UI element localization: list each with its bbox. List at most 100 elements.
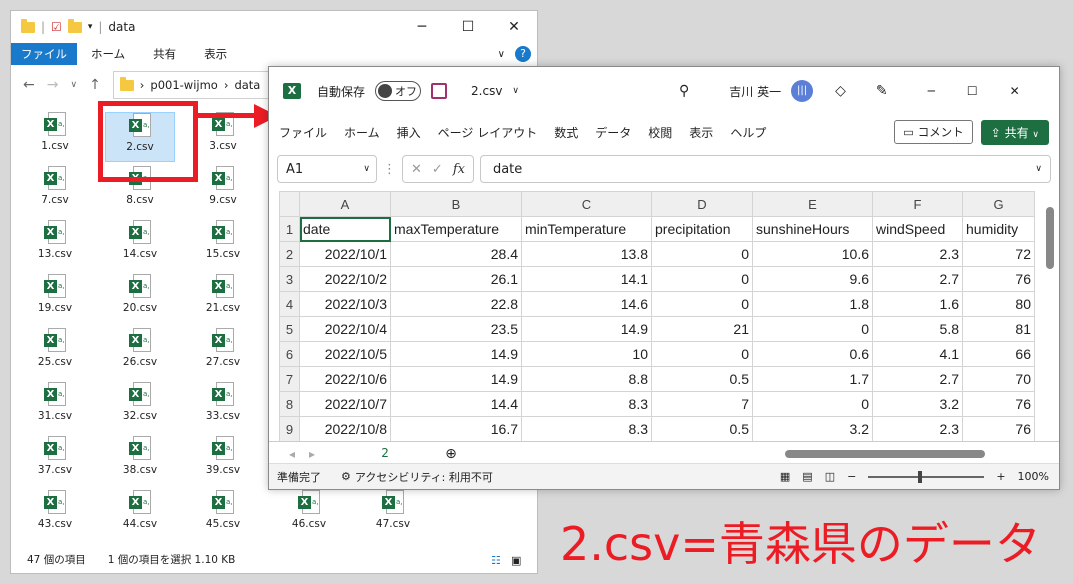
help-icon[interactable]: ? <box>515 46 531 62</box>
cell[interactable]: 72 <box>962 241 1035 267</box>
file-item[interactable]: Xa, 26.csv <box>105 328 175 378</box>
menu-formulas[interactable]: 数式 <box>554 124 578 141</box>
normal-view-icon[interactable]: ▦ <box>780 470 790 483</box>
file-item[interactable]: Xa, 20.csv <box>105 274 175 324</box>
cell[interactable]: minTemperature <box>521 216 652 242</box>
cell[interactable]: maxTemperature <box>390 216 522 242</box>
cell[interactable]: 2.7 <box>872 366 963 392</box>
properties-icon[interactable]: ☑ <box>51 20 62 34</box>
maximize-icon[interactable]: ☐ <box>967 84 978 98</box>
cell[interactable]: 21 <box>651 316 753 342</box>
cell[interactable]: 14.6 <box>521 291 652 317</box>
menu-data[interactable]: データ <box>595 124 631 141</box>
cell[interactable]: 14.1 <box>521 266 652 292</box>
file-item[interactable]: Xa, 3.csv <box>188 112 258 162</box>
cell[interactable]: 26.1 <box>390 266 522 292</box>
cell[interactable]: 2.3 <box>872 416 963 442</box>
cell[interactable]: 13.8 <box>521 241 652 267</box>
file-item[interactable]: Xa, 46.csv <box>274 490 344 540</box>
zoom-out-icon[interactable]: − <box>847 470 856 483</box>
cell[interactable]: precipitation <box>651 216 753 242</box>
col-header-f[interactable]: F <box>872 191 963 217</box>
cell[interactable]: 8.3 <box>521 391 652 417</box>
cell[interactable]: 23.5 <box>390 316 522 342</box>
close-icon[interactable]: ✕ <box>1010 84 1020 98</box>
col-header-g[interactable]: G <box>962 191 1035 217</box>
cell[interactable]: 81 <box>962 316 1035 342</box>
cell[interactable]: sunshineHours <box>752 216 873 242</box>
cell[interactable]: 1.7 <box>752 366 873 392</box>
horizontal-scrollbar[interactable] <box>775 449 1045 459</box>
col-header-b[interactable]: B <box>390 191 522 217</box>
cell[interactable]: 2022/10/2 <box>299 266 391 292</box>
file-name[interactable]: 2.csv <box>471 84 502 98</box>
file-item[interactable]: Xa, 14.csv <box>105 220 175 270</box>
pen-icon[interactable]: ✎ <box>876 83 888 99</box>
expand-ribbon-icon[interactable]: ∨ <box>498 49 505 60</box>
scroll-thumb[interactable] <box>1046 207 1054 269</box>
cell[interactable]: 3.2 <box>752 416 873 442</box>
col-header-a[interactable]: A <box>299 191 391 217</box>
fx-icon[interactable]: fx <box>453 162 465 177</box>
cell[interactable]: 0.6 <box>752 341 873 367</box>
cell[interactable]: 2.3 <box>872 241 963 267</box>
page-break-icon[interactable]: ◫ <box>825 470 835 483</box>
file-item[interactable]: Xa, 25.csv <box>20 328 90 378</box>
zoom-in-icon[interactable]: + <box>996 470 1005 483</box>
cell[interactable]: 2022/10/5 <box>299 341 391 367</box>
sheet-tab[interactable]: 2 <box>355 441 416 466</box>
cell[interactable]: 10 <box>521 341 652 367</box>
row-header[interactable]: 3 <box>279 266 300 292</box>
search-icon[interactable]: ⚲ <box>679 83 689 99</box>
menu-file[interactable]: ファイル <box>279 124 327 141</box>
tab-file[interactable]: ファイル <box>11 43 77 65</box>
file-item[interactable]: Xa, 33.csv <box>188 382 258 432</box>
file-item[interactable]: Xa, 1.csv <box>20 112 90 162</box>
tab-home[interactable]: ホーム <box>77 43 139 65</box>
file-item[interactable]: Xa, 44.csv <box>105 490 175 540</box>
file-item[interactable]: Xa, 15.csv <box>188 220 258 270</box>
scroll-thumb[interactable] <box>785 449 985 458</box>
new-folder-icon[interactable] <box>67 18 82 33</box>
enter-icon[interactable]: ✓ <box>432 162 443 177</box>
minimize-icon[interactable]: ─ <box>928 84 935 98</box>
large-icons-view-icon[interactable]: ▣ <box>511 554 521 567</box>
minimize-icon[interactable]: ─ <box>399 19 445 35</box>
breadcrumb-p001-wijmo[interactable]: p001-wijmo <box>150 78 217 92</box>
cell[interactable]: 14.9 <box>390 341 522 367</box>
cell[interactable]: 16.7 <box>390 416 522 442</box>
cell[interactable]: 0 <box>651 241 753 267</box>
file-item[interactable]: Xa, 21.csv <box>188 274 258 324</box>
cell[interactable]: 5.8 <box>872 316 963 342</box>
zoom-slider-knob[interactable] <box>918 470 923 483</box>
tab-share[interactable]: 共有 <box>139 43 190 65</box>
file-item[interactable]: Xa, 43.csv <box>20 490 90 540</box>
prev-sheet-icon[interactable]: ◂ <box>289 447 295 461</box>
cancel-icon[interactable]: ✕ <box>411 162 422 177</box>
cell[interactable]: 1.8 <box>752 291 873 317</box>
cell[interactable]: 22.8 <box>390 291 522 317</box>
cell[interactable]: 9.6 <box>752 266 873 292</box>
menu-review[interactable]: 校閲 <box>648 124 672 141</box>
cell[interactable]: 8.8 <box>521 366 652 392</box>
file-item[interactable]: Xa, 7.csv <box>20 166 90 216</box>
cell[interactable]: 14.4 <box>390 391 522 417</box>
cell[interactable]: windSpeed <box>872 216 963 242</box>
more-icon[interactable]: ⋮ <box>383 162 396 177</box>
row-header[interactable]: 1 <box>279 216 300 242</box>
cell[interactable]: 4.1 <box>872 341 963 367</box>
vertical-scrollbar[interactable] <box>1045 203 1055 441</box>
row-header[interactable]: 6 <box>279 341 300 367</box>
cell[interactable]: date <box>299 216 391 242</box>
cell[interactable]: 2022/10/3 <box>299 291 391 317</box>
share-button[interactable]: ⇪ 共有 ∨ <box>980 119 1049 145</box>
cell[interactable]: 28.4 <box>390 241 522 267</box>
name-box[interactable]: A1 ∨ <box>277 155 377 183</box>
accessibility-status[interactable]: アクセシビリティ: 利用不可 <box>355 469 493 485</box>
next-sheet-icon[interactable]: ▸ <box>309 447 315 461</box>
cell[interactable]: 76 <box>962 416 1035 442</box>
cell[interactable]: 0 <box>651 266 753 292</box>
cell[interactable]: 8.3 <box>521 416 652 442</box>
cell[interactable]: 76 <box>962 391 1035 417</box>
menu-page-layout[interactable]: ページ レイアウト <box>438 124 538 141</box>
